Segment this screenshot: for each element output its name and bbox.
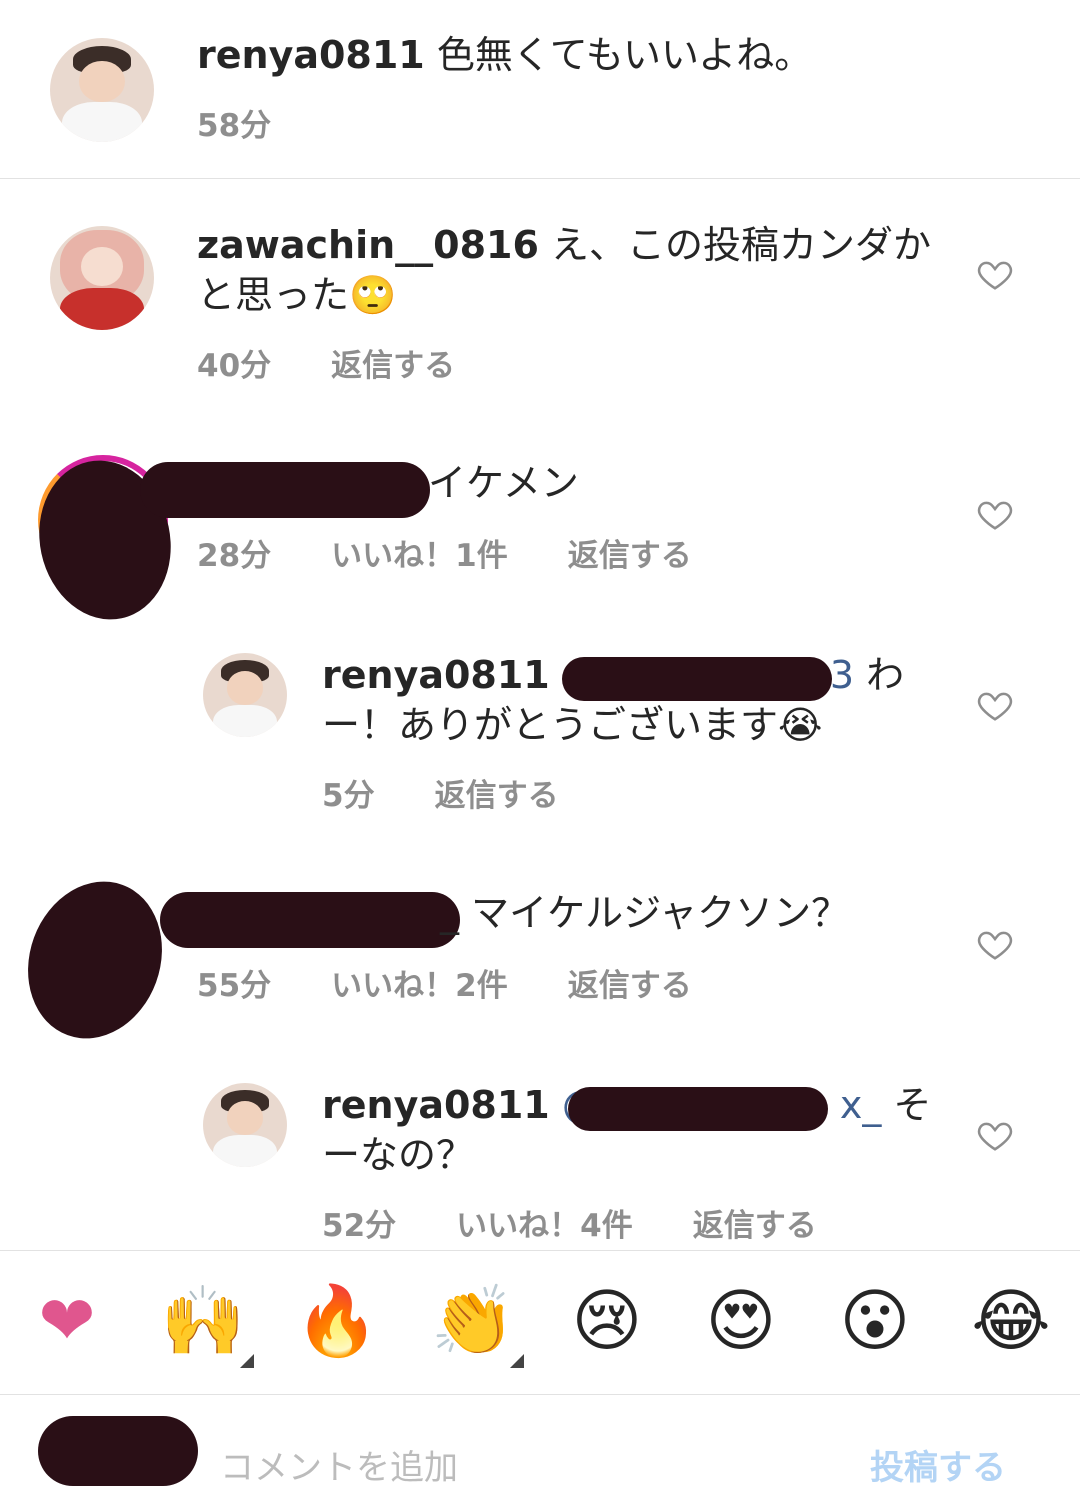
redaction	[160, 892, 460, 948]
timestamp: 5分	[322, 778, 375, 814]
divider	[0, 178, 1080, 179]
comment-meta: 52分 いいね！4件 返信する	[322, 1200, 877, 1245]
comment-text: renya0811 @x_ そーなの？	[322, 1080, 942, 1180]
crying-face-emoji-button[interactable]: 😢	[562, 1282, 652, 1362]
redaction	[561, 657, 832, 701]
reply-button[interactable]: 返信する	[568, 538, 692, 574]
timestamp: 28分	[197, 538, 272, 574]
avatar[interactable]	[203, 1083, 287, 1167]
mention-link[interactable]: @x_	[562, 1083, 881, 1131]
comment-meta: 58分	[197, 100, 331, 145]
timestamp: 40分	[197, 348, 272, 384]
divider	[0, 1250, 1080, 1251]
reply-button[interactable]: 返信する	[331, 348, 455, 384]
username[interactable]: renya0811	[197, 33, 425, 77]
heart-icon[interactable]	[976, 925, 1014, 963]
reply-button[interactable]: 返信する	[435, 778, 559, 814]
comment-text: renya0811 @3 わー！ありがとうございます😭	[322, 650, 942, 750]
comment-body: _ マイケルジャクソン？	[440, 891, 850, 935]
heart-icon[interactable]	[976, 686, 1014, 724]
emoji-quick-bar: ❤ 🙌 🔥 👏 😢 😍 😮 😂	[0, 1252, 1080, 1392]
comment-meta: 5分 返信する	[322, 770, 619, 815]
skin-tone-indicator-icon	[240, 1354, 254, 1368]
heart-eyes-emoji-button[interactable]: 😍	[696, 1282, 786, 1362]
redaction	[6, 862, 184, 1058]
username[interactable]: zawachin__0816	[197, 223, 539, 267]
reply-button[interactable]: 返信する	[693, 1208, 817, 1244]
redaction	[140, 462, 430, 518]
comment-text: イケメン	[428, 458, 928, 508]
tears-of-joy-emoji-button[interactable]: 😂	[966, 1282, 1056, 1362]
avatar[interactable]	[203, 653, 287, 737]
timestamp: 58分	[197, 108, 272, 144]
raising-hands-emoji-button[interactable]: 🙌	[158, 1282, 254, 1368]
username[interactable]: renya0811	[322, 1083, 550, 1127]
clapping-hands-emoji-button[interactable]: 👏	[428, 1282, 524, 1368]
comment-meta: 40分 返信する	[197, 340, 515, 385]
fire-emoji-button[interactable]: 🔥	[292, 1282, 382, 1362]
mention-link[interactable]: @3	[561, 653, 854, 701]
comment-text: _ マイケルジャクソン？	[440, 888, 940, 938]
avatar[interactable]	[50, 38, 154, 142]
surprised-face-emoji-button[interactable]: 😮	[830, 1282, 920, 1362]
comment-input[interactable]: コメントを追加	[220, 1440, 458, 1489]
comment-meta: 28分 いいね！1件 返信する	[197, 530, 752, 575]
comment-text: renya0811 色無くてもいいよね。	[197, 30, 957, 80]
comment-body: イケメン	[428, 461, 579, 505]
heart-icon[interactable]	[976, 1116, 1014, 1154]
likes-count[interactable]: いいね！4件	[456, 1208, 633, 1244]
heart-icon[interactable]	[976, 255, 1014, 293]
likes-count[interactable]: いいね！2件	[331, 968, 508, 1004]
avatar[interactable]	[50, 226, 154, 330]
add-comment-bar: コメントを追加 投稿する	[0, 1396, 1080, 1488]
heart-icon[interactable]	[976, 495, 1014, 533]
reply-button[interactable]: 返信する	[568, 968, 692, 1004]
post-button[interactable]: 投稿する	[870, 1440, 1006, 1489]
comment-text: zawachin__0816 え、この投稿カンダかと思った🙄	[197, 220, 957, 320]
heart-emoji-button[interactable]: ❤	[22, 1282, 112, 1362]
username[interactable]: renya0811	[322, 653, 550, 697]
timestamp: 52分	[322, 1208, 397, 1244]
timestamp: 55分	[197, 968, 272, 1004]
redaction	[567, 1087, 828, 1131]
skin-tone-indicator-icon	[510, 1354, 524, 1368]
divider	[0, 1394, 1080, 1395]
comment-body: 色無くてもいいよね。	[424, 33, 813, 77]
redaction	[38, 1416, 198, 1486]
comment-meta: 55分 いいね！2件 返信する	[197, 960, 752, 1005]
likes-count[interactable]: いいね！1件	[331, 538, 508, 574]
